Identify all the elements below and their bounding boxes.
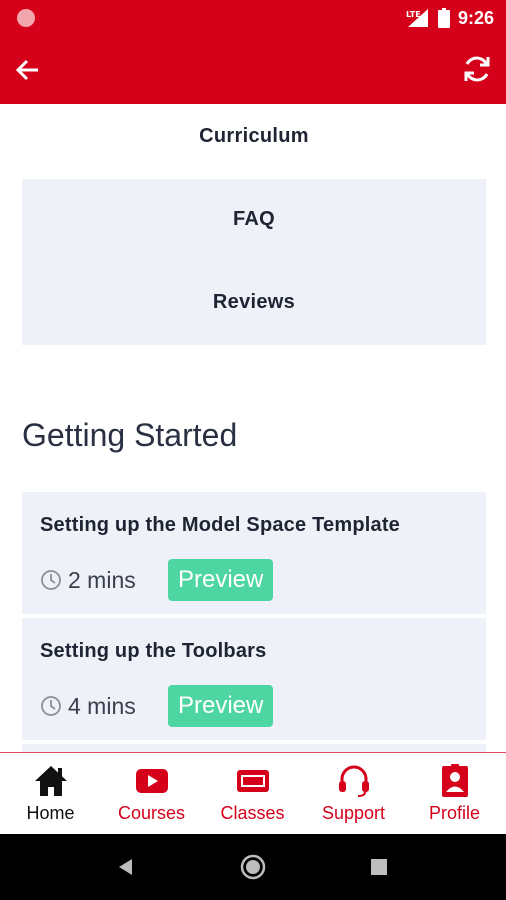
- course-content: Curriculum FAQ Reviews Getting Started S…: [0, 104, 506, 752]
- nav-label: Profile: [428, 803, 481, 823]
- tab-faq[interactable]: FAQ: [22, 208, 486, 231]
- nav-classes[interactable]: Classes: [202, 753, 303, 835]
- lesson-title: Setting up the Model Space Template: [40, 514, 401, 536]
- tabs-box: [22, 179, 486, 345]
- status-time: 9:26: [457, 7, 494, 28]
- lesson-meta: 2 mins Preview: [40, 559, 274, 601]
- preview-button[interactable]: Preview: [168, 685, 274, 727]
- nav-home[interactable]: Home: [0, 753, 101, 835]
- tab-reviews[interactable]: Reviews: [22, 291, 486, 314]
- nav-label: Courses: [117, 803, 186, 823]
- headset-icon: [339, 765, 369, 797]
- preview-button[interactable]: Preview: [168, 559, 274, 601]
- notification-dot-icon: [17, 9, 35, 27]
- nav-label: Home: [26, 803, 75, 823]
- lesson-duration: 2 mins: [68, 566, 136, 593]
- app-bar: [0, 36, 506, 104]
- lesson-item[interactable]: Setting up the Toolbars 4 mins Preview: [22, 618, 486, 740]
- nav-courses[interactable]: Courses: [101, 753, 202, 835]
- battery-icon: [437, 8, 450, 28]
- lesson-duration: 4 mins: [68, 692, 136, 719]
- lesson-item[interactable]: Setting up the Model Space Template 2 mi…: [22, 492, 486, 614]
- system-nav-bar: [0, 834, 506, 900]
- clock-icon: [41, 570, 61, 590]
- nav-profile[interactable]: Profile: [404, 753, 505, 835]
- lesson-title: Setting up the Toolbars: [40, 640, 267, 662]
- nav-label: Classes: [220, 803, 285, 823]
- lesson-item[interactable]: [22, 744, 486, 752]
- section-title: Getting Started: [22, 417, 238, 453]
- lesson-meta: 4 mins Preview: [40, 685, 274, 727]
- video-icon: [136, 769, 168, 793]
- status-indicators: LTE 9:26: [406, 6, 494, 30]
- live-icon: [237, 770, 269, 792]
- bottom-nav: Home Courses Classes Support Profile: [0, 752, 506, 834]
- signal-icon: LTE: [406, 9, 428, 27]
- recents-square-icon[interactable]: [370, 858, 388, 876]
- svg-text:LTE: LTE: [406, 10, 421, 19]
- nav-support[interactable]: Support: [303, 753, 404, 835]
- back-triangle-icon[interactable]: [116, 857, 136, 877]
- clock-icon: [41, 696, 61, 716]
- nav-label: Support: [321, 803, 386, 823]
- arrow-left-icon[interactable]: [14, 56, 42, 84]
- status-bar: LTE 9:26: [0, 0, 506, 36]
- profile-icon: [442, 764, 468, 797]
- home-circle-icon[interactable]: [240, 854, 266, 880]
- refresh-icon[interactable]: [462, 54, 492, 84]
- home-icon: [35, 766, 67, 796]
- tab-curriculum[interactable]: Curriculum: [22, 125, 486, 148]
